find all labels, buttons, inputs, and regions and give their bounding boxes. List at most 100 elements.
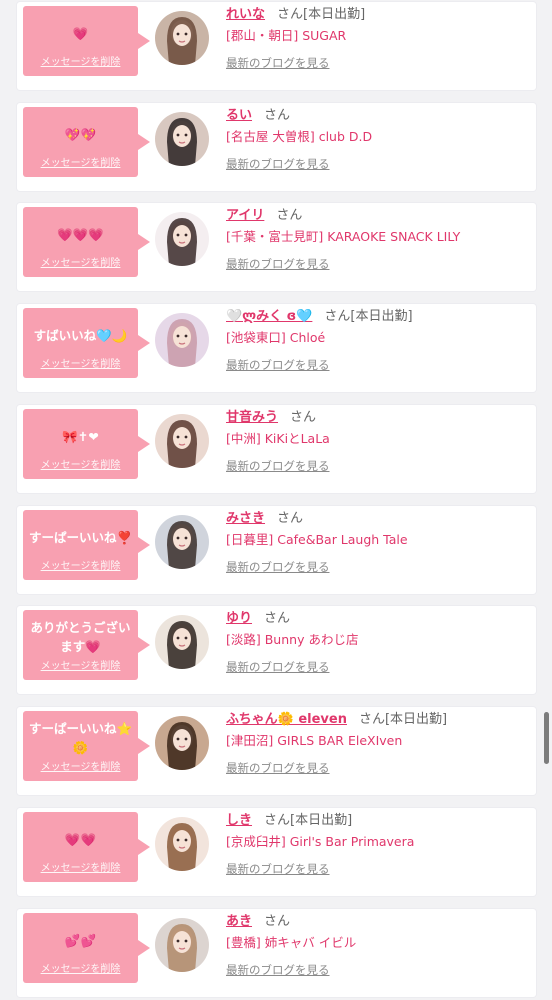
shop-name: [千葉・富士見町] KARAOKE SNACK LILY [226,229,461,244]
message-text: 💕💕 [64,932,97,948]
name-line: 🤍ლみく ɞ🩵 さん[本日出勤] [226,307,413,327]
message-bubble: 💖💖 メッセージを削除 [23,107,150,177]
avatar[interactable] [155,716,209,770]
message-card: 🎀✝❤ メッセージを削除 甘音みう さん [中洲] KiKiとLaLa 最新のブロ… [17,405,536,493]
avatar[interactable] [155,11,209,65]
avatar[interactable] [155,313,209,367]
delete-message-link[interactable]: メッセージを削除 [23,355,138,370]
avatar[interactable] [155,212,209,266]
delete-message-link[interactable]: メッセージを削除 [23,456,138,471]
avatar[interactable] [155,615,209,669]
avatar[interactable] [155,112,209,166]
message-bubble: ありがとうございます💗 メッセージを削除 [23,610,150,680]
message-bubble: 💕💕 メッセージを削除 [23,913,150,983]
latest-blog-link[interactable]: 最新のブログを見る [226,760,330,776]
message-text: 🎀✝❤ [62,428,99,444]
delete-message-link[interactable]: メッセージを削除 [23,557,138,572]
message-bubble: 🎀✝❤ メッセージを削除 [23,409,150,479]
message-card: すーぱーいいね❣️ メッセージを削除 みさき さん [日暮里] Cafe&Bar … [17,506,536,594]
latest-blog-link[interactable]: 最新のブログを見る [226,156,330,172]
cast-name-link[interactable]: しき [226,813,252,828]
working-today-label: [本日出勤] [290,813,353,828]
shop-name: [津田沼] GIRLS BAR EleXIven [226,733,403,748]
message-text: すーぱーいいね❣️ [28,529,133,545]
shop-name: [淡路] Bunny あわじ店 [226,632,359,647]
message-bubble: 💗💗💗 メッセージを削除 [23,207,150,277]
latest-blog-link[interactable]: 最新のブログを見る [226,861,330,877]
delete-message-link[interactable]: メッセージを削除 [23,960,138,975]
name-line: ゆり さん [226,609,290,629]
avatar[interactable] [155,918,209,972]
message-text: 💖💖 [64,126,97,142]
name-line: あき さん [226,912,290,932]
cast-name-link[interactable]: ふちゃん🌼 eleven [226,712,347,727]
shop-name: [池袋東口] Chloé [226,330,326,345]
message-text: 💗💗💗 [57,226,104,242]
message-bubble: 💗 メッセージを削除 [23,6,150,76]
message-text: 💗💗 [64,831,97,847]
working-today-label: [本日出勤] [350,309,413,324]
message-text: ありがとうございます💗 [30,620,131,654]
avatar[interactable] [155,515,209,569]
name-line: るい さん [226,106,290,126]
name-line: しき さん[本日出勤] [226,811,352,831]
delete-message-link[interactable]: メッセージを削除 [23,53,138,68]
message-text: すーぱーいいね⭐🌼 [28,721,133,755]
san-label: さん [277,511,304,526]
san-label: さん [276,208,303,223]
message-text: 💗 [72,25,89,41]
delete-message-link[interactable]: メッセージを削除 [23,758,138,773]
san-label: さん [277,7,304,22]
message-bubble: すーぱーいいね❣️ メッセージを削除 [23,510,150,580]
latest-blog-link[interactable]: 最新のブログを見る [226,55,330,71]
san-label: さん [290,410,317,425]
latest-blog-link[interactable]: 最新のブログを見る [226,458,330,474]
avatar[interactable] [155,414,209,468]
message-bubble: 💗💗 メッセージを削除 [23,812,150,882]
cast-name-link[interactable]: れいな [226,7,265,22]
scrollbar[interactable] [544,712,549,764]
shop-name: [中洲] KiKiとLaLa [226,431,330,446]
latest-blog-link[interactable]: 最新のブログを見る [226,962,330,978]
san-label: さん [324,309,351,324]
message-text: すばいいね🩵🌙 [33,327,128,343]
latest-blog-link[interactable]: 最新のブログを見る [226,256,330,272]
message-card: 💗 メッセージを削除 れいな さん[本日出勤] [郡山・朝日] SUGAR 最新の… [17,2,536,90]
message-list: 💗 メッセージを削除 れいな さん[本日出勤] [郡山・朝日] SUGAR 最新の… [0,0,552,1000]
shop-name: [豊橋] 姉キャバ イビル [226,935,357,950]
name-line: アイリ さん [226,206,302,226]
latest-blog-link[interactable]: 最新のブログを見る [226,357,330,373]
avatar[interactable] [155,817,209,871]
shop-name: [名古屋 大曽根] club D.D [226,129,373,144]
shop-name: [京成臼井] Girl's Bar Primavera [226,834,415,849]
cast-name-link[interactable]: あき [226,914,252,929]
name-line: れいな さん[本日出勤] [226,5,365,25]
latest-blog-link[interactable]: 最新のブログを見る [226,659,330,675]
delete-message-link[interactable]: メッセージを削除 [23,254,138,269]
message-bubble: すーぱーいいね⭐🌼 メッセージを削除 [23,711,150,781]
san-label: さん [264,611,291,626]
message-bubble: すばいいね🩵🌙 メッセージを削除 [23,308,150,378]
cast-name-link[interactable]: るい [226,108,252,123]
delete-message-link[interactable]: メッセージを削除 [23,859,138,874]
delete-message-link[interactable]: メッセージを削除 [23,154,138,169]
name-line: みさき さん [226,509,303,529]
name-line: ふちゃん🌼 eleven さん[本日出勤] [226,710,447,730]
san-label: さん [358,712,385,727]
working-today-label: [本日出勤] [303,7,366,22]
cast-name-link[interactable]: みさき [226,511,265,526]
message-card: 💕💕 メッセージを削除 あき さん [豊橋] 姉キャバ イビル 最新のブログを見る [17,909,536,997]
cast-name-link[interactable]: 🤍ლみく ɞ🩵 [226,309,312,324]
message-card: すーぱーいいね⭐🌼 メッセージを削除 ふちゃん🌼 eleven さん[本日出勤] … [17,707,536,795]
cast-name-link[interactable]: 甘音みう [226,410,278,425]
message-card: すばいいね🩵🌙 メッセージを削除 🤍ლみく ɞ🩵 さん[本日出勤] [池袋東口] … [17,304,536,392]
cast-name-link[interactable]: アイリ [226,208,264,223]
san-label: さん [264,108,291,123]
message-card: 💖💖 メッセージを削除 るい さん [名古屋 大曽根] club D.D 最新のブ… [17,103,536,191]
cast-name-link[interactable]: ゆり [226,611,252,626]
delete-message-link[interactable]: メッセージを削除 [23,657,138,672]
message-card: ありがとうございます💗 メッセージを削除 ゆり さん [淡路] Bunny あわじ… [17,606,536,694]
working-today-label: [本日出勤] [384,712,448,727]
message-card: 💗💗💗 メッセージを削除 アイリ さん [千葉・富士見町] KARAOKE SNA… [17,203,536,291]
latest-blog-link[interactable]: 最新のブログを見る [226,559,330,575]
